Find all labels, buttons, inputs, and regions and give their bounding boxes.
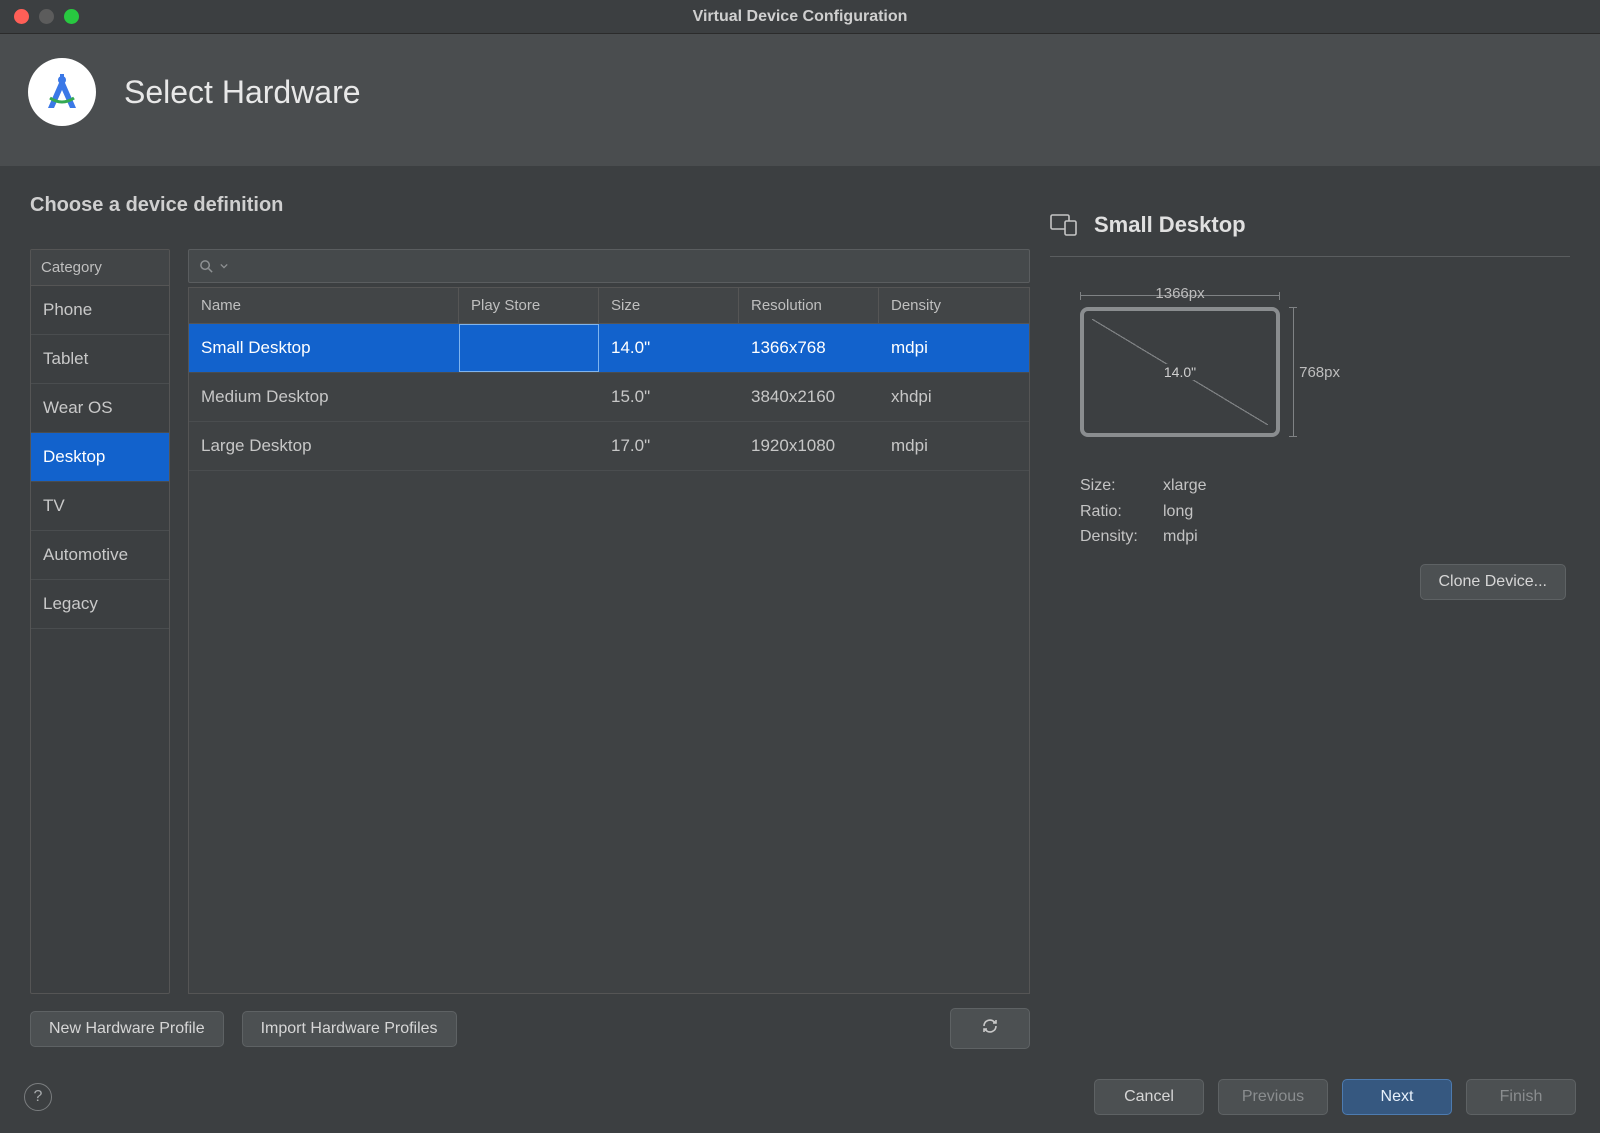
- minimize-icon[interactable]: [39, 9, 54, 24]
- new-hardware-profile-button[interactable]: New Hardware Profile: [30, 1011, 224, 1047]
- category-item-wear-os[interactable]: Wear OS: [31, 384, 169, 433]
- finish-button[interactable]: Finish: [1466, 1079, 1576, 1115]
- cell-resolution: 3840x2160: [739, 373, 879, 421]
- previous-button[interactable]: Previous: [1218, 1079, 1328, 1115]
- maximize-icon[interactable]: [64, 9, 79, 24]
- kv-ratio-label: Ratio:: [1080, 499, 1155, 525]
- cell-size: 14.0": [599, 324, 739, 372]
- screen-height-label: 768px: [1299, 307, 1340, 437]
- kv-size-value: xlarge: [1163, 473, 1207, 499]
- table-row[interactable]: Small Desktop 14.0" 1366x768 mdpi: [189, 324, 1029, 373]
- device-preview: Small Desktop 1366px 768px 14.0" Size: x…: [1050, 194, 1570, 1067]
- category-item-tv[interactable]: TV: [31, 482, 169, 531]
- kv-density-label: Density:: [1080, 524, 1155, 550]
- wizard-header: Select Hardware: [0, 34, 1600, 166]
- table-row[interactable]: Medium Desktop 15.0" 3840x2160 xhdpi: [189, 373, 1029, 422]
- cell-name: Small Desktop: [189, 324, 459, 372]
- search-input[interactable]: [234, 258, 1019, 275]
- category-item-automotive[interactable]: Automotive: [31, 531, 169, 580]
- screen-diagram: 1366px 768px 14.0": [1080, 307, 1280, 437]
- screen-diag-label: 14.0": [1158, 364, 1202, 380]
- window-title: Virtual Device Configuration: [0, 8, 1600, 26]
- cell-density: mdpi: [879, 324, 1029, 372]
- wizard-footer: ? Cancel Previous Next Finish: [0, 1067, 1600, 1133]
- cell-name: Large Desktop: [189, 422, 459, 470]
- cell-name: Medium Desktop: [189, 373, 459, 421]
- import-hardware-profiles-button[interactable]: Import Hardware Profiles: [242, 1011, 457, 1047]
- category-item-tablet[interactable]: Tablet: [31, 335, 169, 384]
- close-icon[interactable]: [14, 9, 29, 24]
- category-item-legacy[interactable]: Legacy: [31, 580, 169, 629]
- main-content: Choose a device definition Category Phon…: [0, 166, 1600, 1067]
- cell-resolution: 1920x1080: [739, 422, 879, 470]
- category-item-phone[interactable]: Phone: [31, 286, 169, 335]
- col-name[interactable]: Name: [189, 288, 459, 323]
- category-item-desktop[interactable]: Desktop: [31, 433, 169, 482]
- table-row[interactable]: Large Desktop 17.0" 1920x1080 mdpi: [189, 422, 1029, 471]
- cell-play-store: [459, 324, 599, 372]
- device-table: Name Play Store Size Resolution Density …: [188, 287, 1030, 994]
- cell-density: xhdpi: [879, 373, 1029, 421]
- col-resolution[interactable]: Resolution: [739, 288, 879, 323]
- search-field[interactable]: [188, 249, 1030, 283]
- kv-density-value: mdpi: [1163, 524, 1198, 550]
- profile-actions: New Hardware Profile Import Hardware Pro…: [30, 994, 1030, 1067]
- screen-width-label: 1366px: [1080, 285, 1280, 302]
- window-controls: [0, 9, 79, 24]
- chevron-down-icon: [220, 262, 228, 270]
- category-list: Category Phone Tablet Wear OS Desktop TV…: [30, 249, 170, 994]
- refresh-button[interactable]: [950, 1008, 1030, 1049]
- col-play-store[interactable]: Play Store: [459, 288, 599, 323]
- next-button[interactable]: Next: [1342, 1079, 1452, 1115]
- cell-size: 15.0": [599, 373, 739, 421]
- category-header: Category: [31, 250, 169, 286]
- search-icon: [199, 259, 214, 274]
- device-icon: [1050, 213, 1078, 237]
- help-icon: ?: [34, 1088, 43, 1106]
- kv-size-label: Size:: [1080, 473, 1155, 499]
- help-button[interactable]: ?: [24, 1083, 52, 1111]
- clone-device-button[interactable]: Clone Device...: [1420, 564, 1567, 600]
- cell-resolution: 1366x768: [739, 324, 879, 372]
- kv-ratio-value: long: [1163, 499, 1193, 525]
- col-density[interactable]: Density: [879, 288, 1029, 323]
- cell-density: mdpi: [879, 422, 1029, 470]
- cancel-button[interactable]: Cancel: [1094, 1079, 1204, 1115]
- section-subtitle: Choose a device definition: [30, 194, 1030, 217]
- titlebar: Virtual Device Configuration: [0, 0, 1600, 34]
- col-size[interactable]: Size: [599, 288, 739, 323]
- cell-play-store: [459, 373, 599, 421]
- refresh-icon: [981, 1017, 999, 1035]
- preview-title: Small Desktop: [1094, 212, 1246, 238]
- android-studio-icon: [28, 58, 96, 126]
- cell-play-store: [459, 422, 599, 470]
- cell-size: 17.0": [599, 422, 739, 470]
- page-title: Select Hardware: [124, 74, 361, 111]
